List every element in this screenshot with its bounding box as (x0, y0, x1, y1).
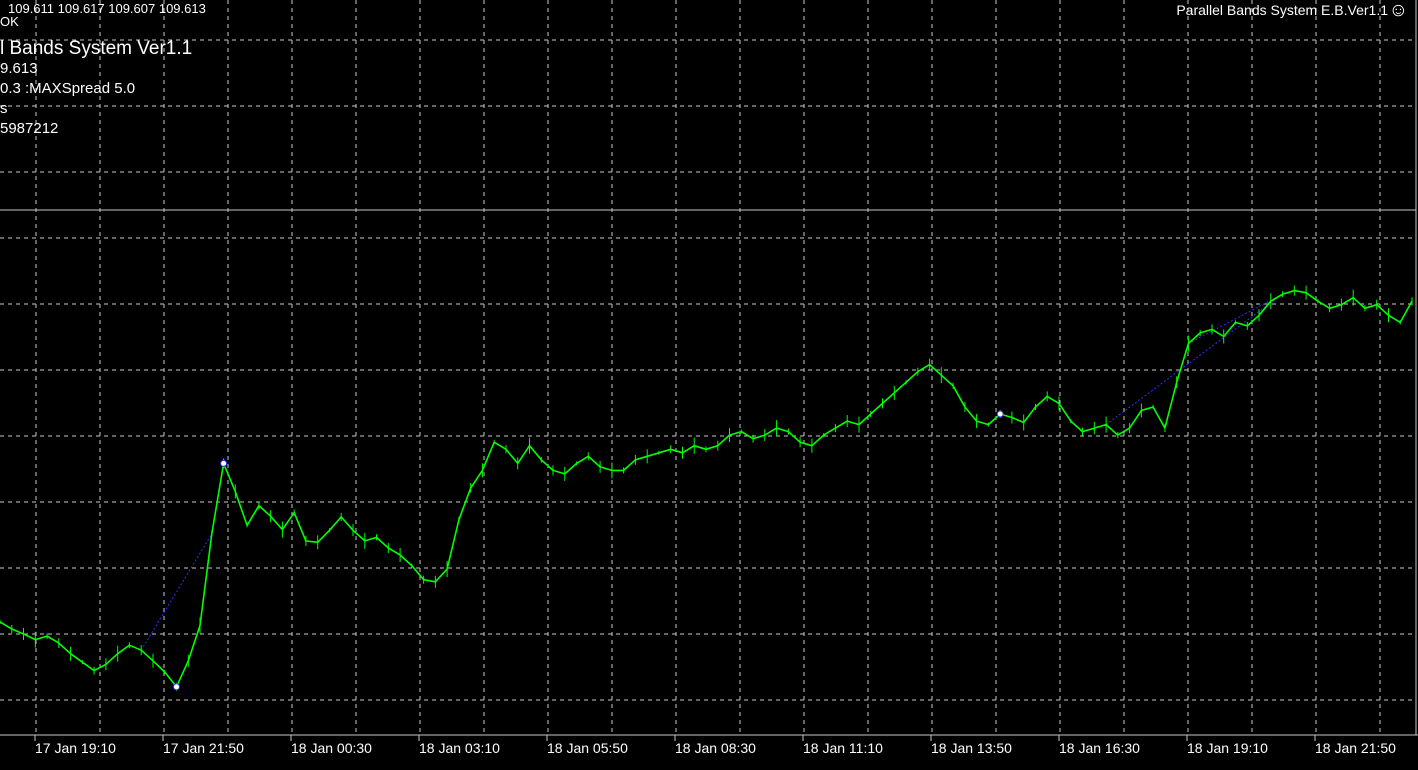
trade-marker[interactable] (220, 459, 228, 467)
info-line-status: s (0, 100, 8, 117)
x-tick-label: 18 Jan 19:10 (1187, 740, 1268, 756)
status-text: OK (0, 14, 19, 29)
x-tick-label: 18 Jan 16:30 (1059, 740, 1140, 756)
trade-marker[interactable] (996, 410, 1004, 418)
x-tick-label: 18 Jan 05:50 (547, 740, 628, 756)
x-tick-label: 18 Jan 00:30 (291, 740, 372, 756)
ea-title: l Bands System Ver1.1 (0, 38, 193, 59)
smiley-face-icon[interactable]: ☺ (1389, 1, 1408, 20)
info-line-account: 5987212 (0, 120, 59, 137)
ohlc-readout: 109.611 109.617 109.607 109.613 (8, 1, 206, 16)
x-tick-label: 17 Jan 21:50 (163, 740, 244, 756)
x-tick-label: 18 Jan 11:10 (803, 740, 883, 756)
price-chart[interactable]: 17 Jan 19:10 17 Jan 21:50 18 Jan 00:30 18 J… (0, 0, 1418, 770)
trade-marker[interactable] (173, 683, 180, 691)
x-tick-label: 18 Jan 13:50 (931, 740, 1012, 756)
info-line-price: 9.613 (0, 60, 38, 77)
x-tick-label: 18 Jan 03:10 (419, 740, 500, 756)
info-line-spread: 0.3 :MAXSpread 5.0 (0, 80, 136, 97)
x-tick-label: 18 Jan 21:50 (1315, 740, 1396, 756)
x-tick-label: 18 Jan 08:30 (675, 740, 756, 756)
x-tick-label: 17 Jan 19:10 (35, 740, 116, 756)
ea-name-label: Parallel Bands System E.B.Ver1.1 (1176, 2, 1388, 18)
